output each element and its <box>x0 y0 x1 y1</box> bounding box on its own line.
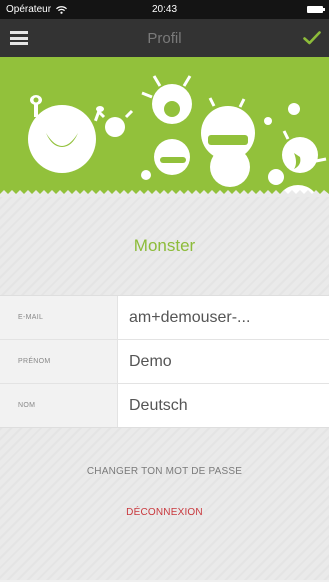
email-row: E-MAIL am+demouser-... <box>0 296 329 339</box>
status-time: 20:43 <box>151 4 178 15</box>
email-field[interactable]: am+demouser-... <box>118 296 329 339</box>
page-title: Profil <box>147 29 182 47</box>
first-name-field[interactable]: Demo <box>118 340 329 383</box>
email-label: E-MAIL <box>0 296 118 339</box>
first-name-label: PRÉNOM <box>0 340 118 383</box>
last-name-label: NOM <box>0 384 118 427</box>
username: Monster <box>133 236 196 255</box>
profile-header: Monster <box>0 197 329 295</box>
account-actions: CHANGER TON MOT DE PASSE DÉCONNEXION <box>0 428 329 580</box>
zigzag-edge <box>0 190 329 197</box>
last-name-field[interactable]: Deutsch <box>118 384 329 427</box>
carrier-label: Opérateur <box>6 4 52 15</box>
monsters-illustration <box>28 75 327 197</box>
monster-banner <box>0 57 329 197</box>
wifi-icon <box>56 5 67 14</box>
first-name-row: PRÉNOM Demo <box>0 339 329 383</box>
change-password-button[interactable]: CHANGER TON MOT DE PASSE <box>87 466 242 477</box>
last-name-row: NOM Deutsch <box>0 383 329 427</box>
navigation-bar: Profil <box>0 19 329 57</box>
battery-icon <box>307 6 325 13</box>
logout-button[interactable]: DÉCONNEXION <box>126 507 203 518</box>
profile-form: E-MAIL am+demouser-... PRÉNOM Demo NOM D… <box>0 295 329 428</box>
checkmark-icon[interactable] <box>303 31 321 45</box>
hamburger-menu-icon[interactable] <box>10 31 28 45</box>
status-bar: Opérateur 20:43 <box>0 0 329 19</box>
